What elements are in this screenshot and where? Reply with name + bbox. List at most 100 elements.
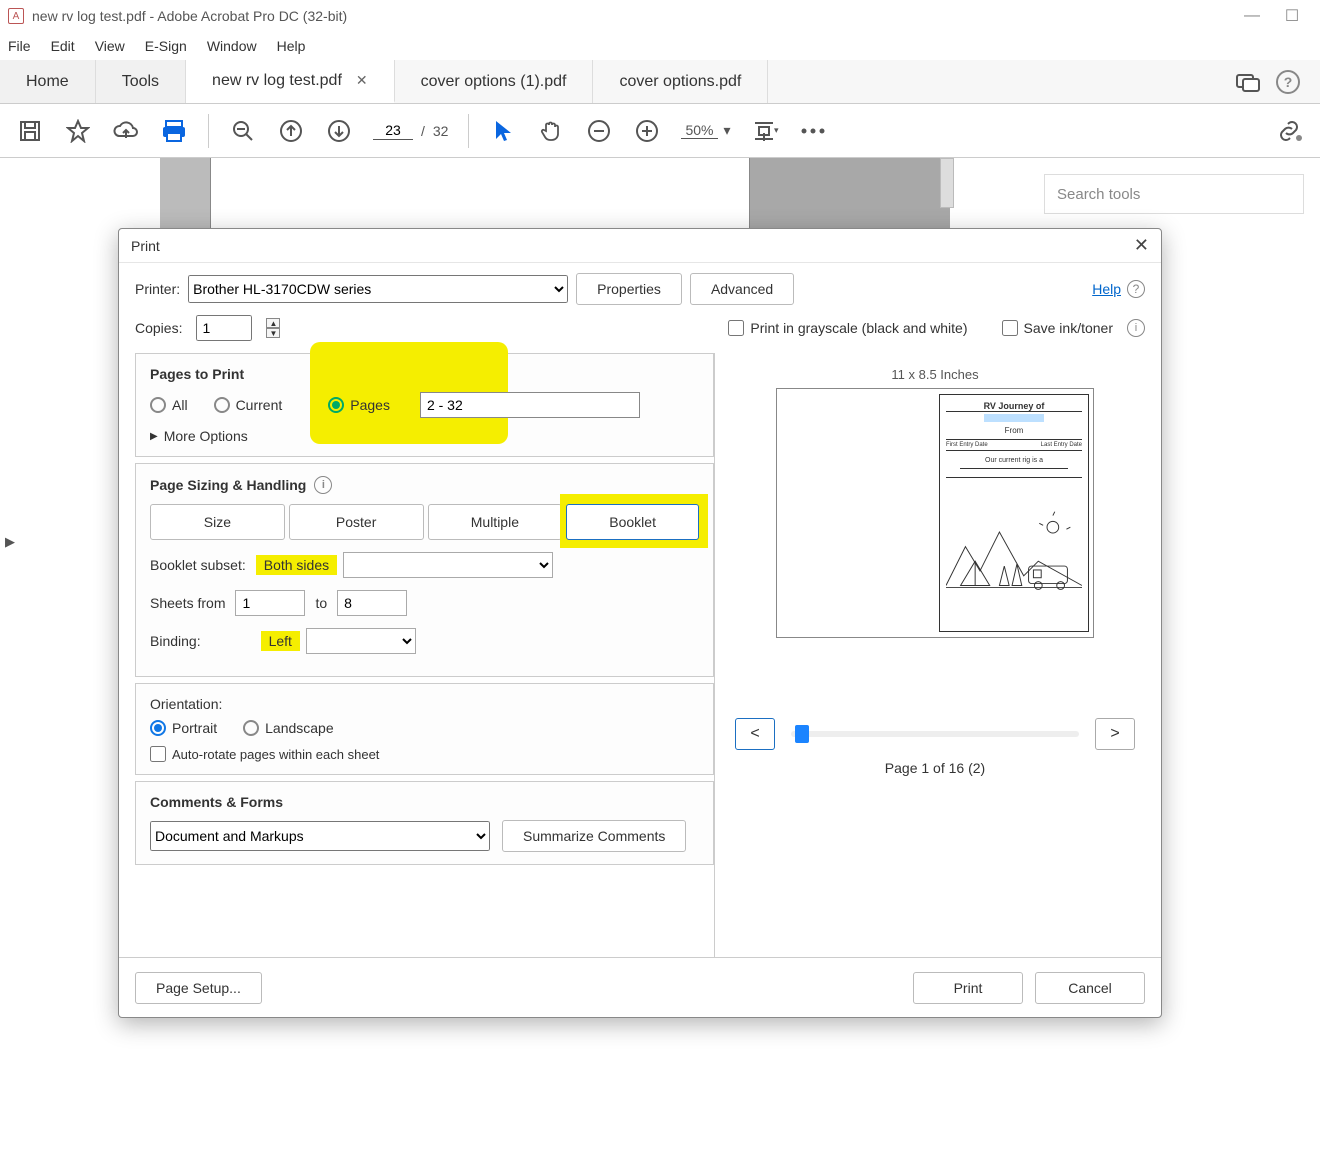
window-maximize-icon[interactable]: ☐ bbox=[1272, 6, 1312, 26]
dialog-close-icon[interactable]: ✕ bbox=[1134, 235, 1149, 256]
print-icon[interactable] bbox=[160, 117, 188, 145]
menu-bar: File Edit View E-Sign Window Help bbox=[0, 32, 1320, 60]
page-setup-button[interactable]: Page Setup... bbox=[135, 972, 262, 1004]
menu-esign[interactable]: E-Sign bbox=[145, 38, 187, 54]
booklet-button[interactable]: Booklet bbox=[566, 504, 699, 540]
autorotate-label: Auto-rotate pages within each sheet bbox=[172, 747, 379, 762]
doc-gray-right bbox=[750, 158, 950, 233]
grayscale-label: Print in grayscale (black and white) bbox=[750, 320, 967, 336]
radio-current-label: Current bbox=[236, 397, 283, 413]
hand-tool-icon[interactable] bbox=[537, 117, 565, 145]
preview-slider[interactable] bbox=[791, 731, 1079, 737]
autorotate-checkbox[interactable]: Auto-rotate pages within each sheet bbox=[150, 746, 699, 762]
booklet-subset-select[interactable] bbox=[343, 552, 553, 578]
cancel-button[interactable]: Cancel bbox=[1035, 972, 1145, 1004]
preview-title: RV Journey of bbox=[946, 401, 1082, 412]
preview-dates-row: First Entry Date Last Entry Date bbox=[946, 439, 1082, 451]
size-button[interactable]: Size bbox=[150, 504, 285, 540]
help-info-icon[interactable]: ? bbox=[1127, 280, 1145, 298]
menu-help[interactable]: Help bbox=[277, 38, 306, 54]
preview-first-entry: First Entry Date bbox=[946, 442, 988, 448]
sheets-to-label: to bbox=[315, 595, 327, 611]
page-range-input[interactable] bbox=[420, 392, 640, 418]
copies-input[interactable] bbox=[196, 315, 252, 341]
zoom-minus-icon[interactable] bbox=[585, 117, 613, 145]
poster-button[interactable]: Poster bbox=[289, 504, 424, 540]
properties-button[interactable]: Properties bbox=[576, 273, 682, 305]
saveink-checkbox[interactable]: Save ink/toner bbox=[1002, 320, 1114, 336]
chevron-right-icon: ▶ bbox=[150, 431, 158, 442]
advanced-button[interactable]: Advanced bbox=[690, 273, 794, 305]
binding-select[interactable] bbox=[306, 628, 416, 654]
menu-window[interactable]: Window bbox=[207, 38, 257, 54]
page-sep: / bbox=[421, 123, 425, 139]
link-share-icon[interactable] bbox=[1276, 117, 1304, 145]
tab-home[interactable]: Home bbox=[0, 60, 96, 103]
tab-document-3[interactable]: cover options.pdf bbox=[593, 60, 768, 103]
sizing-info-icon[interactable]: i bbox=[314, 476, 332, 494]
preview-illustration bbox=[946, 477, 1082, 625]
radio-pages[interactable]: Pages bbox=[328, 397, 390, 413]
info-icon[interactable]: i bbox=[1127, 319, 1145, 337]
sheets-from-input[interactable] bbox=[235, 590, 305, 616]
multiple-button[interactable]: Multiple bbox=[428, 504, 563, 540]
comments-select[interactable]: Document and Markups bbox=[150, 821, 490, 851]
radio-landscape[interactable]: Landscape bbox=[243, 720, 334, 736]
help-icon[interactable]: ? bbox=[1276, 70, 1300, 94]
preview-line bbox=[960, 468, 1069, 469]
preview-slider-thumb[interactable] bbox=[795, 725, 809, 743]
tab-document-2[interactable]: cover options (1).pdf bbox=[395, 60, 594, 103]
chevron-down-icon: ▾ bbox=[724, 122, 731, 139]
grayscale-checkbox[interactable]: Print in grayscale (black and white) bbox=[728, 320, 967, 336]
printer-select[interactable]: Brother HL-3170CDW series bbox=[188, 275, 568, 303]
page-down-icon[interactable] bbox=[325, 117, 353, 145]
highlight-binding: Left bbox=[261, 631, 300, 651]
page-current-input[interactable] bbox=[373, 121, 413, 140]
printer-label: Printer: bbox=[135, 281, 180, 297]
radio-current[interactable]: Current bbox=[214, 397, 283, 413]
search-tools-input[interactable]: Search tools bbox=[1044, 174, 1304, 214]
acrobat-app-icon: A bbox=[8, 8, 24, 24]
tab-tools[interactable]: Tools bbox=[96, 60, 186, 103]
zoom-out-icon[interactable] bbox=[229, 117, 257, 145]
menu-edit[interactable]: Edit bbox=[51, 38, 75, 54]
vertical-scrollbar[interactable] bbox=[940, 158, 954, 208]
menu-file[interactable]: File bbox=[8, 38, 31, 54]
star-icon[interactable] bbox=[64, 117, 92, 145]
share-icon[interactable] bbox=[1236, 72, 1260, 92]
sheets-to-input[interactable] bbox=[337, 590, 407, 616]
zoom-plus-icon[interactable] bbox=[633, 117, 661, 145]
window-titlebar: A new rv log test.pdf - Adobe Acrobat Pr… bbox=[0, 0, 1320, 32]
copies-spinner[interactable]: ▲ ▼ bbox=[266, 318, 280, 338]
summarize-comments-button[interactable]: Summarize Comments bbox=[502, 820, 686, 852]
preview-nav: < > bbox=[735, 718, 1135, 750]
close-icon[interactable]: ✕ bbox=[356, 72, 368, 89]
help-link[interactable]: Help bbox=[1092, 281, 1121, 297]
page-up-icon[interactable] bbox=[277, 117, 305, 145]
booklet-subset-label: Booklet subset: bbox=[150, 557, 246, 573]
radio-all[interactable]: All bbox=[150, 397, 188, 413]
fit-width-icon[interactable]: ▾ bbox=[751, 117, 779, 145]
preview-next-button[interactable]: > bbox=[1095, 718, 1135, 750]
more-tools-icon[interactable] bbox=[799, 117, 827, 145]
booklet-subset-value-display: Both sides bbox=[264, 557, 329, 573]
menu-view[interactable]: View bbox=[95, 38, 125, 54]
spinner-down-icon[interactable]: ▼ bbox=[266, 328, 280, 338]
zoom-level[interactable]: 50% ▾ bbox=[681, 122, 730, 139]
tab-document-1[interactable]: new rv log test.pdf ✕ bbox=[186, 60, 395, 103]
doc-gray-left bbox=[160, 158, 210, 233]
select-tool-icon[interactable] bbox=[489, 117, 517, 145]
radio-portrait[interactable]: Portrait bbox=[150, 720, 217, 736]
save-icon[interactable] bbox=[16, 117, 44, 145]
cloud-upload-icon[interactable] bbox=[112, 117, 140, 145]
spinner-up-icon[interactable]: ▲ bbox=[266, 318, 280, 328]
autorotate-checkbox-input[interactable] bbox=[150, 746, 166, 762]
saveink-checkbox-input[interactable] bbox=[1002, 320, 1018, 336]
expand-left-panel-icon[interactable]: ▶ bbox=[2, 530, 18, 554]
grayscale-checkbox-input[interactable] bbox=[728, 320, 744, 336]
window-minimize-icon[interactable]: — bbox=[1232, 7, 1272, 25]
print-button[interactable]: Print bbox=[913, 972, 1023, 1004]
preview-prev-button[interactable]: < bbox=[735, 718, 775, 750]
dialog-titlebar: Print ✕ bbox=[119, 229, 1161, 263]
more-options-label: More Options bbox=[164, 428, 248, 444]
